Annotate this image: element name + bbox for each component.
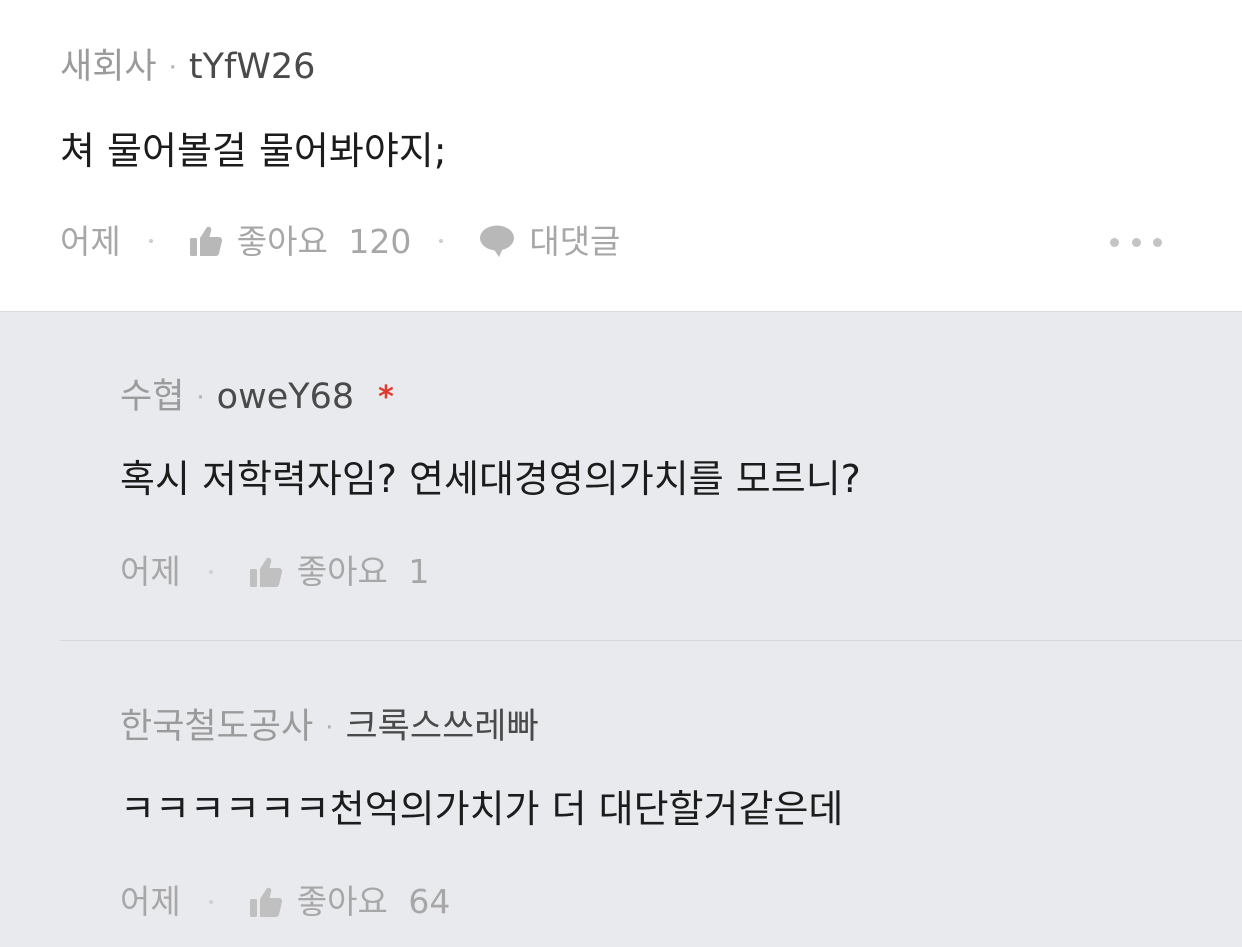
company-name: 새회사: [60, 47, 157, 87]
like-button[interactable]: 좋아요 64: [297, 885, 451, 918]
author-badge: *: [378, 379, 394, 415]
thumbs-up-icon[interactable]: [189, 225, 223, 257]
meta-separator: ·: [168, 52, 177, 83]
like-label: 좋아요: [296, 552, 388, 591]
thumbs-up-icon[interactable]: [249, 556, 283, 588]
like-button[interactable]: 좋아요 120: [237, 225, 412, 258]
like-count: 120: [348, 221, 412, 261]
meta-separator: ·: [196, 382, 205, 413]
action-separator: [148, 239, 153, 243]
more-options-button[interactable]: [1110, 235, 1162, 249]
reply-meta: 한국철도공사 · 크록스쓰레빠: [120, 710, 539, 745]
reply-actions: 어제 좋아요 64: [120, 885, 450, 918]
like-count: 1: [408, 552, 430, 591]
company-name: 수협: [120, 377, 185, 417]
nickname[interactable]: tYfW26: [189, 50, 316, 85]
like-label: 좋아요: [296, 882, 388, 921]
reply-text: ㅋㅋㅋㅋㅋㅋ천억의가치가 더 대단할거같은데: [120, 787, 844, 831]
like-label: 좋아요: [236, 221, 328, 261]
more-horizontal-icon: [1110, 237, 1119, 247]
like-count: 64: [408, 882, 451, 921]
action-separator: [439, 239, 444, 243]
like-button[interactable]: 좋아요 1: [297, 555, 430, 588]
nickname[interactable]: 크록스쓰레빠: [345, 710, 538, 745]
reply-text: 혹시 저학력자임? 연세대경영의가치를 모르니?: [120, 457, 861, 501]
company-name: 한국철도공사: [120, 707, 314, 747]
comment-meta: 새회사 · tYfW26: [60, 50, 315, 85]
action-separator: [208, 569, 213, 574]
comment-text: 쳐 물어볼걸 물어봐야지;: [60, 129, 447, 173]
speech-bubble-icon[interactable]: [479, 224, 515, 258]
reply-divider: [60, 640, 1242, 641]
meta-separator: ·: [325, 712, 334, 743]
more-horizontal-icon-dot: [1153, 237, 1162, 247]
thumbs-up-icon[interactable]: [249, 886, 283, 918]
comment-actions: 어제 좋아요 120 대댓글: [60, 224, 620, 258]
reply-time: 어제: [120, 552, 181, 591]
more-horizontal-icon-dot: [1131, 237, 1141, 247]
reply-time: 어제: [120, 882, 181, 921]
reply-actions: 어제 좋아요 1: [120, 555, 429, 588]
comment-card: 새회사 · tYfW26 쳐 물어볼걸 물어봐야지; 어제 좋아요 120 대댓…: [0, 0, 1242, 311]
reply-meta: 수협 · oweY68 *: [120, 380, 394, 415]
comment-time: 어제: [60, 221, 121, 261]
reply-button[interactable]: 대댓글: [529, 225, 620, 258]
action-separator: [208, 899, 213, 904]
nickname[interactable]: oweY68: [217, 380, 355, 415]
